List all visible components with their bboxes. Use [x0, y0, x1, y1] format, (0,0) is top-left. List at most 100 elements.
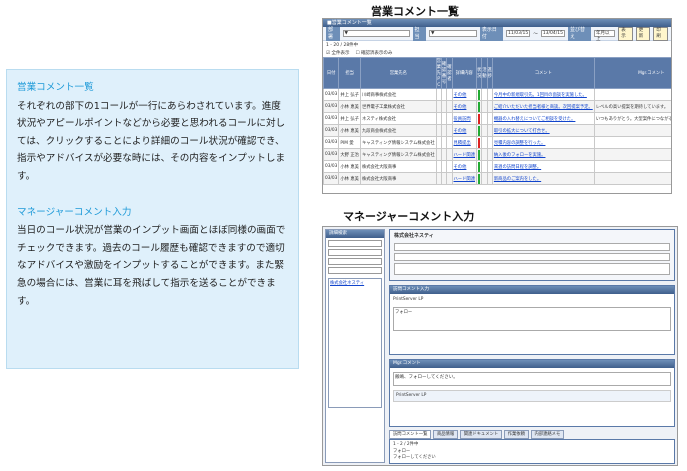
cell-comment[interactable]: 新商品のご案内をした。 — [491, 172, 595, 185]
cell-comment-text: 新商品のご案内をした。 — [493, 176, 542, 182]
status-indicator — [478, 113, 481, 124]
cell-date-text: 03/03 — [325, 164, 338, 169]
cell-detail[interactable]: 役員訪問 — [451, 112, 478, 125]
cell-detail-text: その他 — [453, 164, 467, 170]
cell-detail[interactable]: その他 — [451, 160, 478, 173]
print-button[interactable]: 印刷 — [653, 26, 668, 41]
status-indicator — [478, 89, 481, 100]
search-input-4[interactable] — [328, 267, 382, 274]
history-row-2[interactable]: フォローしてください — [390, 454, 674, 460]
table-row[interactable]: 03/03小林 恵美株式会社大阪商事ハード関連新商品のご案内をした。☐ — [323, 172, 671, 185]
cell-staff: 小林 恵美 — [338, 160, 361, 173]
call-comment-text[interactable]: フォロー — [393, 307, 671, 331]
cell-comment-text: 取引の拡大について打合せ。 — [493, 128, 550, 134]
search-fields: 株式会社ネスティ — [326, 238, 384, 410]
cell-date-text: 03/03 — [325, 92, 338, 97]
table-row[interactable]: 03/03 井上 弘子 川崎商事株式会社 その他 今月中の新規取引先。1回目の面談を実施… — [323, 88, 671, 101]
cell-mgr-comment — [593, 148, 671, 161]
cell-mgr-comment — [593, 172, 671, 185]
cell-detail[interactable]: その他 — [451, 88, 478, 101]
dept-select[interactable]: ▼ — [342, 30, 410, 37]
cell-staff-text: 小林 恵美 — [340, 104, 359, 110]
table-row[interactable]: 03/03小林 恵美九段商会株式会社その他取引の拡大について打合せ。☐ — [323, 124, 671, 137]
cell-date-text: 03/03 — [325, 104, 338, 109]
date-to-input[interactable]: 13/04/15 — [540, 30, 565, 37]
search-input-1[interactable] — [328, 240, 382, 247]
cell-mgr-comment — [593, 160, 671, 173]
cell-detail[interactable]: ハード関連 — [451, 148, 478, 161]
cell-comment-text: 今月中の新規取引先。1回目の面談を実施した。 — [493, 92, 587, 98]
cell-detail[interactable]: 見積提出 — [451, 136, 478, 149]
cell-mgr-comment — [593, 124, 671, 137]
cell-date: 03/03 — [323, 112, 340, 125]
sales-comment-list-screenshot: ■営業コメント一覧 部署 ▼ 担当 ▼ 表示日付 11/03/15 〜 13/0… — [322, 18, 672, 194]
dept-label: 部署 — [326, 26, 340, 41]
cell-staff-text: 小林 恵美 — [340, 128, 359, 134]
update-button[interactable]: 更新 — [635, 26, 651, 41]
cell-comment-text: 来週の訪問日程を調整。 — [493, 164, 542, 170]
cell-comment[interactable]: 見積内容の調整を行った。 — [491, 136, 595, 149]
tab-internal-memo[interactable]: 内部連絡メモ — [530, 430, 565, 439]
cell-comment[interactable]: 機器の入れ替えについてご相談を受けた。 — [491, 112, 595, 125]
check-all[interactable]: ☑ 全件表示 — [326, 50, 349, 56]
cell-client-text: 世界電子工業株式会社 — [361, 104, 405, 110]
memo-field[interactable] — [394, 263, 670, 275]
cell-detail[interactable]: ハード関連 — [451, 172, 478, 185]
cell-date: 03/03 — [323, 172, 340, 185]
status-indicator — [478, 149, 481, 160]
comment-table: 日付 担当 営業先名 営業先ＰＣ 確認番号 確認者 詳細内容 状況 活動 進捗 … — [323, 57, 671, 185]
tab-product[interactable]: 商品情報 — [432, 430, 459, 439]
cell-comment-text: 納入後のフォローを実施。 — [493, 152, 546, 158]
col-client: 営業先名 — [359, 57, 437, 89]
count-line: 1 - 20 / 28件中 — [323, 41, 671, 49]
check-line: ☑ 全件表示 ☐ 確認済表示のみ — [323, 49, 671, 57]
cell-client-text: ネスティ株式会社 — [361, 116, 397, 122]
history-count: 1 - 2 / 2件中 — [393, 442, 419, 447]
tab-documents[interactable]: 関連ドキュメント — [459, 430, 503, 439]
tab-work-request[interactable]: 作業依頼 — [503, 430, 529, 439]
cell-mgr-comment — [593, 88, 671, 101]
call-comment-pane: 訪問コメント入力 PrintServer LP フォロー — [389, 285, 675, 355]
cell-comment[interactable]: ご紹介いただいた担当者様と商談。次回提案予定。 — [491, 100, 595, 113]
contact-field[interactable] — [394, 253, 670, 261]
table-row[interactable]: 03/03 小林 恵美 世界電子工業株式会社 その他 ご紹介いただいた担当者様と商談。次… — [323, 100, 671, 113]
cell-detail[interactable]: その他 — [451, 100, 478, 113]
cell-staff-text: 小林 恵美 — [340, 176, 359, 182]
cell-client: 川崎商事株式会社 — [359, 88, 437, 101]
mgr-comment-pane: Mgr.コメント 飯嶋、フォローしてください。 PrintServer LP — [389, 359, 675, 427]
table-row[interactable]: 03/03小林 恵美株式会社大阪商事その他来週の訪問日程を調整。☐ — [323, 160, 671, 173]
check-confirmed[interactable]: ☐ 確認済表示のみ — [355, 50, 392, 56]
table-row[interactable]: 03/03 PIM 愛 キャスティング情報システム株式会社 見積提出 見積内容の調整を行… — [323, 136, 671, 149]
cell-detail[interactable]: その他 — [451, 124, 478, 137]
mgr-comment-input-screenshot: 詳細検索 株式会社ネスティ 株式会社ネスティ 訪問コメント入力 PrintSer… — [322, 226, 678, 466]
cell-staff: 井上 弘子 — [338, 112, 361, 125]
search-input-3[interactable] — [328, 258, 382, 265]
history-pane: 1 - 2 / 2件中 フォロー フォローしてください — [389, 439, 675, 464]
cell-comment[interactable]: 取引の拡大について打合せ。 — [491, 124, 595, 137]
cell-comment[interactable]: 来週の訪問日程を調整。 — [491, 160, 595, 173]
cell-staff-text: 井上 弘子 — [340, 116, 359, 122]
cell-detail-text: 役員訪問 — [453, 116, 471, 122]
order-select[interactable]: 年月以上 — [594, 30, 616, 42]
search-input-2[interactable] — [328, 249, 382, 256]
tree-item[interactable]: 株式会社ネスティ — [330, 280, 380, 286]
tab-call-list[interactable]: 訪問コメント一覧 — [389, 430, 432, 439]
cell-staff-text: 井上 弘子 — [340, 92, 359, 98]
result-tree: 株式会社ネスティ — [328, 278, 382, 408]
search-sidebar: 詳細検索 株式会社ネスティ — [325, 229, 385, 463]
mgr-comment-input[interactable]: 飯嶋、フォローしてください。 — [393, 372, 671, 386]
cell-staff: 小林 恵美 — [338, 172, 361, 185]
cell-client: 株式会社大阪商事 — [359, 160, 437, 173]
staff-select[interactable]: ▼ — [429, 30, 477, 37]
cell-staff: 小林 恵美 — [338, 100, 361, 113]
result-count: 1 - 20 / 28件中 — [326, 43, 359, 48]
show-button[interactable]: 表示 — [618, 26, 633, 41]
cell-comment[interactable]: 納入後のフォローを実施。 — [491, 148, 595, 161]
table-row[interactable]: 03/03 大野 正治 キャスティング情報システム株式会社 ハード関連 納入後のフォロー… — [323, 148, 671, 161]
cell-comment[interactable]: 今月中の新規取引先。1回目の面談を実施した。 — [491, 88, 595, 101]
cell-date-text: 03/03 — [325, 116, 338, 121]
address-field[interactable] — [394, 243, 670, 251]
date-from-input[interactable]: 11/03/15 — [506, 30, 531, 37]
search-title: 詳細検索 — [326, 230, 384, 238]
table-row[interactable]: 03/03 井上 弘子 ネスティ株式会社 役員訪問 機器の入れ替えについてご相談を受けた… — [323, 112, 671, 125]
